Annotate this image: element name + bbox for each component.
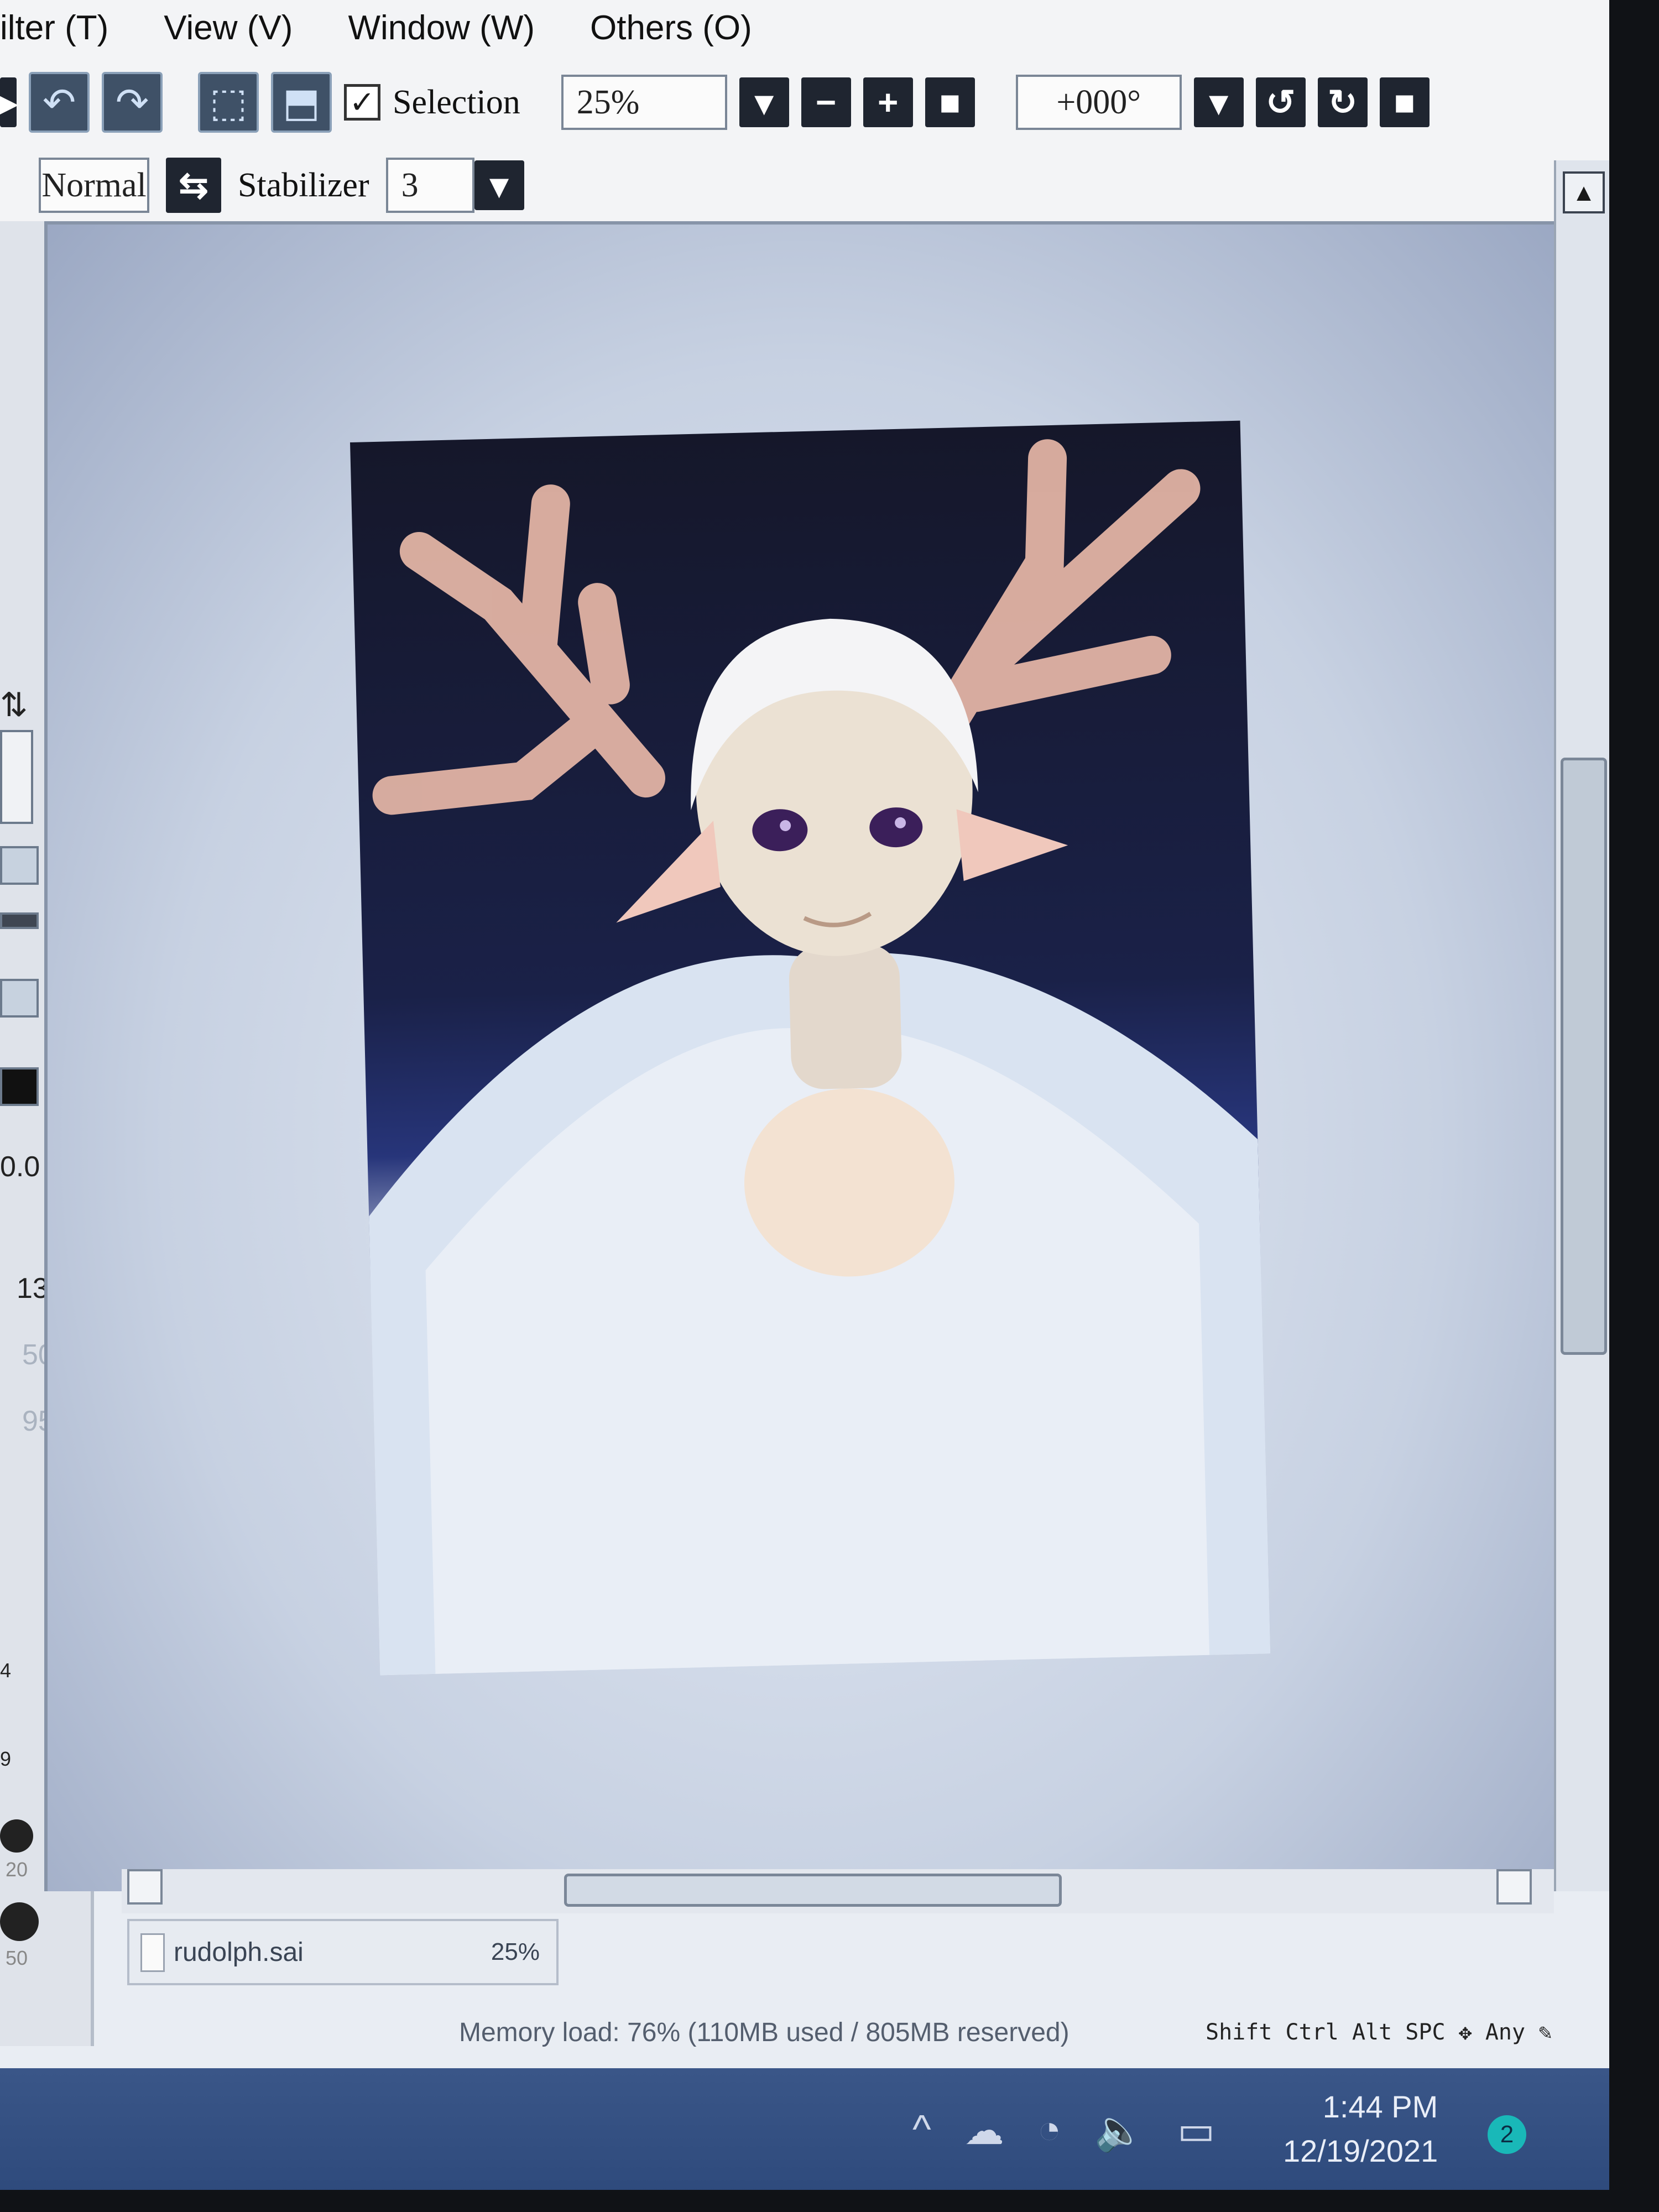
color-swatch[interactable]	[0, 730, 33, 824]
modifier-keys: Shift Ctrl Alt SPC ✥ Any ✎	[1206, 2020, 1552, 2045]
screen: ilter (T) View (V) Window (W) Others (O)…	[0, 0, 1609, 2190]
selection-checkbox[interactable]: ✓	[344, 84, 380, 121]
undo-button[interactable]: ↶	[29, 72, 90, 133]
scroll-right-button[interactable]	[1496, 1869, 1532, 1905]
document-tab[interactable]: rudolph.sai 25%	[127, 1919, 559, 1985]
show-hidden-icons-icon[interactable]: ^	[912, 2107, 931, 2154]
canvas-artwork[interactable]	[349, 420, 1271, 1676]
vertical-scrollbar[interactable]: ▲	[1554, 160, 1609, 1891]
brush-size-4[interactable]: 4	[0, 1659, 11, 1682]
brush-size-50[interactable]: 50	[6, 1947, 28, 1970]
any-label: Any	[1485, 2020, 1526, 2045]
toolbar-main: ▸ ↶ ↷ ⬚ ⬒ ✓ Selection 25% ▾ − + ■ +000° …	[0, 55, 1609, 149]
wifi-icon[interactable]: ◔	[1037, 2107, 1062, 2154]
move-icon: ✥	[1458, 2020, 1472, 2045]
vertical-scroll-thumb[interactable]	[1561, 758, 1607, 1355]
redo-button[interactable]: ↷	[102, 72, 163, 133]
battery-icon[interactable]: ▭	[1177, 2107, 1215, 2154]
square-icon: ■	[1394, 82, 1416, 122]
system-tray: ^ ☁ ◔ 🔈 ▭	[912, 2107, 1215, 2154]
invert-selection-button[interactable]: ⬒	[271, 72, 332, 133]
undo-icon: ↶	[42, 81, 76, 125]
memory-load-text: Memory load: 76% (110MB used / 805MB res…	[459, 2017, 1070, 2047]
deselect-button[interactable]: ⬚	[198, 72, 259, 133]
scroll-down-icon[interactable]	[0, 979, 39, 1018]
swap-button[interactable]: ⇆	[166, 158, 221, 213]
menu-filter[interactable]: ilter (T)	[0, 8, 108, 48]
rotate-right-button[interactable]: ↻	[1317, 77, 1368, 127]
zoom-reset-button[interactable]: ■	[925, 77, 975, 127]
deselect-icon: ⬚	[209, 81, 248, 125]
document-zoom: 25%	[491, 1938, 540, 1965]
rotation-field[interactable]: +000°	[1015, 75, 1182, 130]
scroll-up-arrow-icon[interactable]: ▲	[1563, 171, 1605, 213]
clock-date: 12/19/2021	[1283, 2133, 1438, 2168]
stabilizer-label: Stabilizer	[238, 166, 369, 204]
volume-icon[interactable]: 🔈	[1094, 2107, 1144, 2154]
stabilizer-dropdown-button[interactable]: ▾	[474, 160, 524, 210]
toolbar-left-arrow-icon[interactable]: ▸	[0, 77, 17, 127]
brush-dot-20-icon	[0, 1819, 33, 1853]
chevron-down-icon: ▾	[755, 82, 773, 122]
stabilizer-field[interactable]: 3	[385, 158, 474, 213]
chevron-down-icon: ▾	[1209, 82, 1228, 122]
brush-size-9[interactable]: 9	[0, 1747, 11, 1771]
modifier-shift: Shift	[1206, 2020, 1272, 2045]
monitor-bezel-bottom	[0, 2190, 1659, 2212]
status-bar: Memory load: 76% (110MB used / 805MB res…	[0, 2002, 1609, 2063]
chevron-down-icon: ▾	[490, 165, 508, 205]
document-icon	[140, 1933, 165, 1972]
scroll-left-button[interactable]	[127, 1869, 163, 1905]
zoom-out-button[interactable]: −	[801, 77, 851, 127]
invert-selection-icon: ⬒	[282, 81, 321, 125]
zoom-field[interactable]: 25%	[561, 75, 727, 130]
menu-bar: ilter (T) View (V) Window (W) Others (O)	[0, 0, 1609, 55]
menu-window[interactable]: Window (W)	[348, 8, 535, 48]
plus-icon: +	[878, 82, 899, 122]
opacity-value[interactable]: 0.0	[0, 1150, 40, 1183]
scroll-up-icon[interactable]	[0, 846, 39, 885]
monitor-bezel-right	[1609, 0, 1659, 2212]
toolbar-secondary: Normal ⇆ Stabilizer 3 ▾	[0, 149, 1609, 221]
zoom-dropdown-button[interactable]: ▾	[739, 77, 789, 127]
minus-icon: −	[816, 82, 837, 122]
clock-time: 1:44 PM	[1322, 2089, 1438, 2124]
check-icon: ✓	[349, 85, 375, 119]
notification-badge[interactable]: 2	[1488, 2115, 1526, 2154]
rotate-right-icon: ↻	[1327, 82, 1358, 122]
modifier-alt: Alt	[1352, 2020, 1392, 2045]
blend-mode-button[interactable]: Normal	[39, 158, 149, 213]
modifier-spc: SPC	[1405, 2020, 1446, 2045]
document-name: rudolph.sai	[174, 1937, 304, 1967]
rotation-dropdown-button[interactable]: ▾	[1193, 77, 1244, 127]
horizontal-scrollbar[interactable]	[122, 1869, 1554, 1913]
swap-colors-icon[interactable]: ⇅	[0, 686, 28, 724]
brush-size-20[interactable]: 20	[6, 1858, 28, 1881]
redo-icon: ↷	[115, 81, 149, 125]
onedrive-icon[interactable]: ☁	[964, 2107, 1004, 2154]
selection-label: Selection	[393, 83, 520, 121]
swap-icon: ⇆	[179, 165, 208, 205]
zoom-in-button[interactable]: +	[863, 77, 913, 127]
brush-dot-50-icon	[0, 1902, 39, 1941]
taskbar-clock[interactable]: 1:44 PM 12/19/2021	[1283, 2085, 1438, 2173]
menu-others[interactable]: Others (O)	[590, 8, 752, 48]
square-icon: ■	[939, 82, 961, 122]
modifier-ctrl: Ctrl	[1285, 2020, 1339, 2045]
slider-handle[interactable]	[0, 912, 39, 929]
rotate-left-icon: ↺	[1265, 82, 1296, 122]
pencil-icon: ✎	[1538, 2020, 1552, 2045]
horizontal-scroll-thumb[interactable]	[564, 1874, 1062, 1907]
brush-shape-icon[interactable]	[0, 1067, 39, 1106]
rotate-left-button[interactable]: ↺	[1255, 77, 1306, 127]
taskbar: ^ ☁ ◔ 🔈 ▭ 1:44 PM 12/19/2021 2	[0, 2068, 1609, 2190]
rotation-reset-button[interactable]: ■	[1379, 77, 1430, 127]
menu-view[interactable]: View (V)	[164, 8, 293, 48]
artwork-image	[369, 439, 1271, 1676]
